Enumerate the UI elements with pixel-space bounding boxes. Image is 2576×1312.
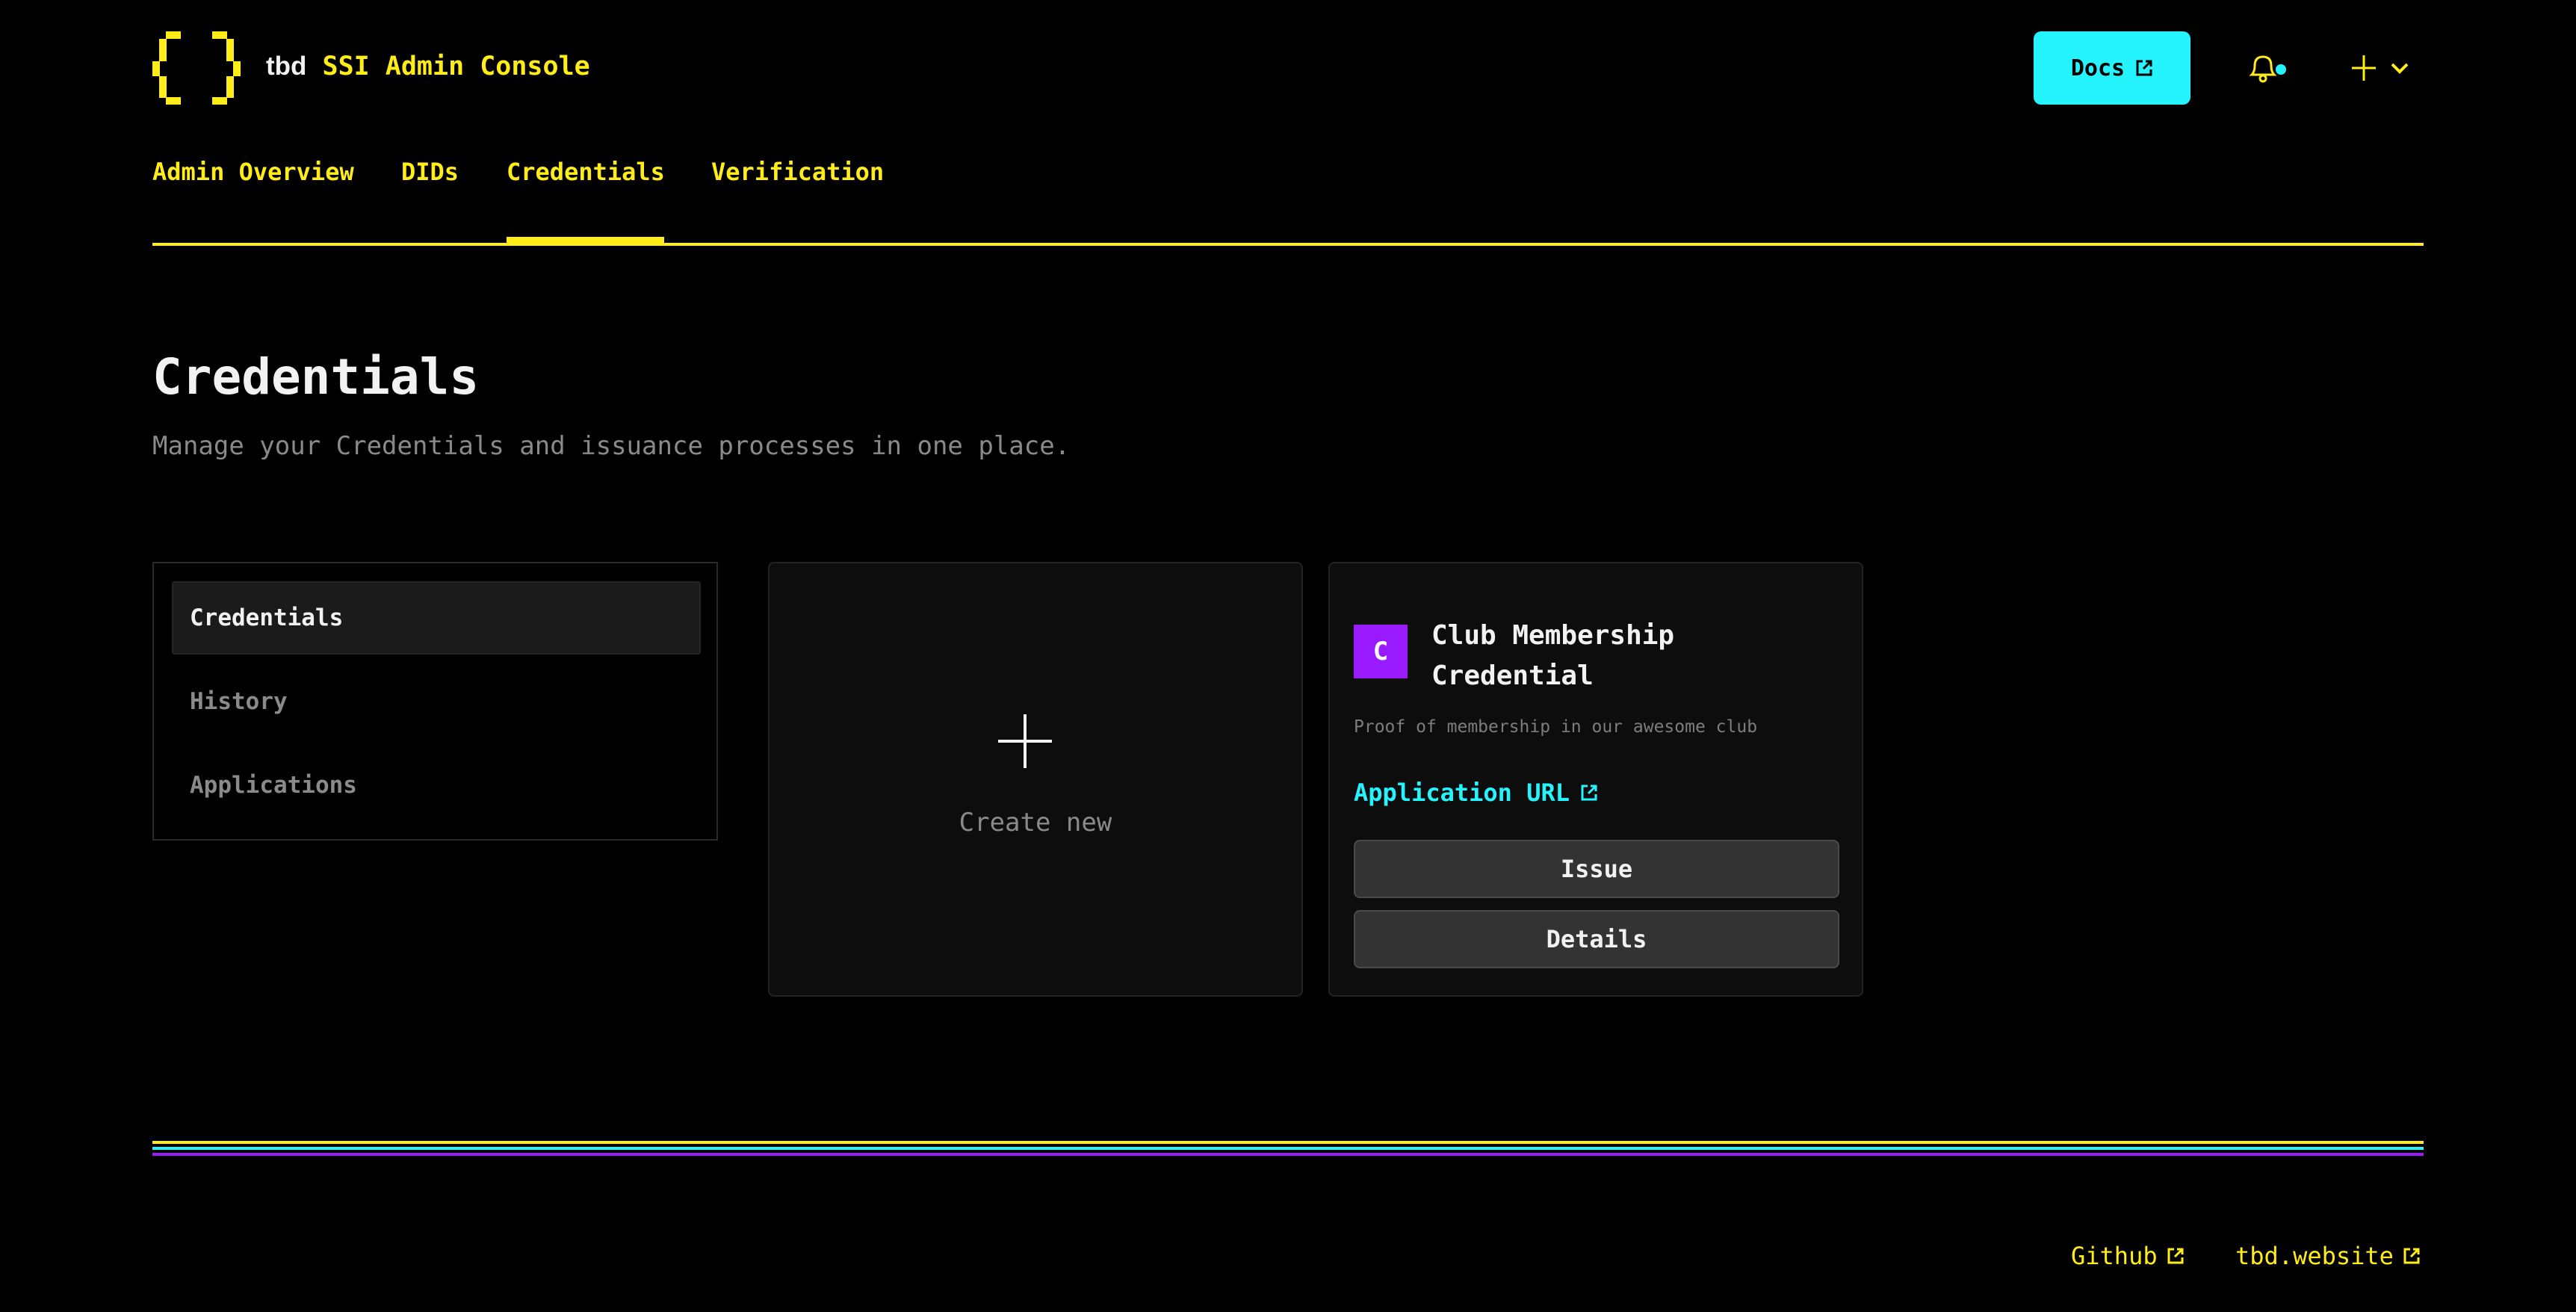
credential-description: Proof of membership in our awesome club	[1354, 717, 1758, 737]
docs-button[interactable]: Docs	[2034, 31, 2190, 105]
details-button[interactable]: Details	[1354, 910, 1839, 968]
footer-stripe-yellow	[152, 1141, 2424, 1144]
footer-stripe-cyan	[152, 1147, 2424, 1150]
tab-credentials[interactable]: Credentials	[507, 153, 665, 191]
application-url-link[interactable]: Application URL	[1354, 774, 1598, 811]
sidebar-item-history[interactable]: History	[172, 665, 701, 738]
tbd-logo-icon[interactable]	[152, 31, 242, 105]
docs-label: Docs	[2070, 55, 2125, 81]
application-url-label: Application URL	[1354, 779, 1570, 807]
notifications-button[interactable]	[2244, 49, 2297, 87]
create-new-card[interactable]: Create new	[768, 562, 1303, 997]
credential-card: C Club Membership Credential Proof of me…	[1328, 562, 1863, 997]
issue-button[interactable]: Issue	[1354, 840, 1839, 898]
plus-icon	[998, 714, 1052, 768]
tab-verification[interactable]: Verification	[711, 153, 884, 191]
create-new-label: Create new	[959, 808, 1112, 838]
notification-badge	[2276, 64, 2286, 75]
tab-admin-overview[interactable]: Admin Overview	[152, 153, 354, 191]
footer-stripe-purple	[152, 1153, 2424, 1156]
footer-link-tbd-website[interactable]: tbd.website	[2235, 1237, 2421, 1275]
tab-divider	[152, 243, 2424, 246]
external-link-icon	[1580, 784, 1598, 802]
chevron-down-icon	[2391, 63, 2409, 74]
plus-icon	[2352, 55, 2376, 81]
bell-icon	[2249, 55, 2286, 83]
sidebar-item-applications[interactable]: Applications	[172, 749, 701, 822]
footer-link-github[interactable]: Github	[2071, 1237, 2185, 1275]
tbd-website-label: tbd.website	[2235, 1242, 2394, 1270]
credential-name: Club Membership Credential	[1431, 620, 1675, 691]
external-link-icon	[2167, 1247, 2185, 1265]
external-link-icon	[2135, 59, 2153, 77]
app-title[interactable]: tbd SSI Admin Console	[266, 48, 590, 85]
tab-dids[interactable]: DIDs	[401, 153, 459, 191]
external-link-icon	[2403, 1247, 2421, 1265]
app-name: SSI Admin Console	[322, 52, 590, 81]
active-tab-indicator	[507, 237, 664, 246]
brand-prefix: tbd	[266, 52, 307, 81]
github-label: Github	[2071, 1242, 2158, 1270]
page-subtitle: Manage your Credentials and issuance pro…	[152, 431, 1071, 461]
sidebar-item-credentials[interactable]: Credentials	[172, 581, 701, 655]
credentials-sidebar: Credentials History Applications	[152, 562, 718, 841]
credential-avatar: C	[1354, 625, 1408, 678]
page-title: Credentials	[152, 348, 480, 406]
create-menu-button[interactable]	[2349, 49, 2421, 87]
